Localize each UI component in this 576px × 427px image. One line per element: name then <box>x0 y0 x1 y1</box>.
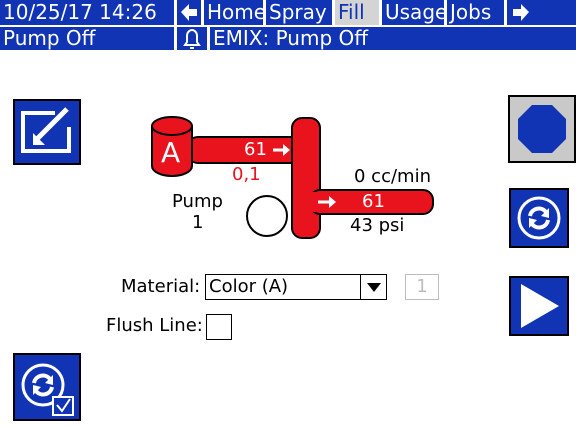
tab-jobs[interactable]: Jobs <box>447 0 504 25</box>
material-select[interactable]: Color (A) <box>205 274 387 300</box>
pipe-joint <box>295 192 319 212</box>
divider <box>360 275 361 299</box>
edit-icon <box>21 107 71 153</box>
back-arrow-icon <box>181 4 197 21</box>
riser-pipe <box>291 117 321 239</box>
tab-spray[interactable]: Spray <box>266 0 332 25</box>
cycle-check-icon <box>21 363 74 416</box>
flow-rate: 0 cc/min <box>354 166 431 187</box>
material-select-value: Color (A) <box>209 276 289 297</box>
tab-usage[interactable]: Usage <box>382 0 444 25</box>
stop-button[interactable] <box>508 95 576 163</box>
nav-back-button[interactable] <box>177 0 201 25</box>
material-index-field: 1 <box>405 274 439 300</box>
bell-icon <box>183 28 201 49</box>
flush-line-label: Flush Line: <box>106 315 203 336</box>
pump-icon <box>246 195 288 237</box>
datetime: 10/25/17 14:26 <box>3 0 157 24</box>
inlet-flow-value: 61 <box>244 139 267 160</box>
nav-forward-button[interactable] <box>507 0 537 25</box>
stop-icon <box>518 105 566 153</box>
material-label: Material: <box>121 276 201 297</box>
pump-label: Pump <box>172 191 223 212</box>
inlet-sub-value: 0,1 <box>232 164 261 185</box>
top-bar: 10/25/17 14:26 Home Spray Fill Usage Job… <box>0 0 576 50</box>
tab-home[interactable]: Home <box>204 0 263 25</box>
pump-number: 1 <box>192 212 204 233</box>
cycle-confirm-button[interactable] <box>13 353 81 421</box>
forward-arrow-icon <box>513 4 529 21</box>
play-icon <box>521 284 559 328</box>
play-button[interactable] <box>509 276 569 336</box>
tank-label: A <box>161 136 181 169</box>
cycle-icon <box>517 196 561 240</box>
edit-button[interactable] <box>13 99 81 165</box>
pressure-value: 43 psi <box>350 215 405 236</box>
tab-fill[interactable]: Fill <box>335 0 379 25</box>
cycle-button[interactable] <box>509 188 569 248</box>
flush-line-checkbox[interactable] <box>206 314 232 340</box>
alarm-message: EMIX: Pump Off <box>213 27 369 50</box>
alarm-bell-button[interactable] <box>177 27 207 50</box>
system-status: Pump Off <box>3 27 96 50</box>
outlet-value: 61 <box>362 191 385 212</box>
tank-top <box>151 116 193 136</box>
chevron-down-icon <box>367 283 381 292</box>
